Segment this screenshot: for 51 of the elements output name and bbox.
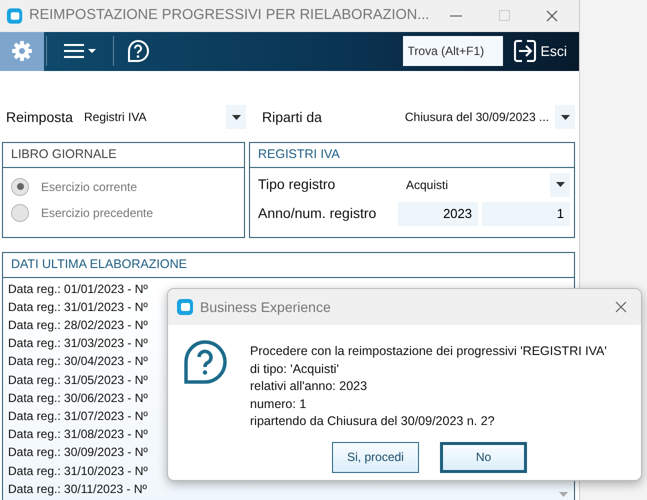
riparti-dropdown[interactable]: Chiusura del 30/09/2023 ... [386,105,575,130]
question-icon [182,339,228,385]
radio-label: Esercizio corrente [41,178,138,196]
close-icon[interactable] [546,10,558,22]
panel-title: LIBRO GIORNALE [11,146,117,164]
close-icon[interactable] [615,301,627,313]
list-row[interactable]: Data reg.: 30/04/2023 - Nº [8,352,148,371]
panel-title: DATI ULTIMA ELABORAZIONE [11,256,187,274]
settings-icon [11,40,33,62]
reimposta-dropdown[interactable]: Registri IVA [82,105,246,130]
field-label: Riparti da [261,108,323,127]
anno-field[interactable]: 2023 [398,202,478,226]
list-row[interactable]: Data reg.: 31/07/2023 - Nº [8,406,148,426]
dialog-message-line: di tipo: 'Acquisti' [250,360,340,378]
radio-label: Esercizio precedente [41,204,154,222]
app-logo-icon [176,298,194,316]
dialog-message-line: numero: 1 [250,396,308,412]
window-title: REIMPOSTAZIONE PROGRESSIVI PER RIELABORAZION... [29,6,430,25]
field-label: Reimposta [6,108,74,127]
dialog-title: Business Experience [200,298,332,317]
panel-title: REGISTRI IVA [258,146,340,164]
search-field[interactable]: Trova (Alt+F1) [402,36,503,66]
list-row[interactable]: Data reg.: 31/03/2023 - Nº [8,334,148,352]
list-row[interactable]: Data reg.: 31/08/2023 - Nº [8,425,148,444]
minimize-icon[interactable] [450,14,462,17]
cancel-button[interactable]: No [440,442,527,472]
list-row[interactable]: Data reg.: 01/01/2023 - Nº [8,280,148,298]
list-row[interactable]: Data reg.: 31/01/2023 - Nº [8,298,148,316]
dialog-message-line: relativi all'anno: 2023 [250,378,368,395]
list-row[interactable]: Data reg.: 31/10/2023 - Nº [8,462,148,480]
field-label: Anno/num. registro [258,204,378,224]
list-row[interactable]: Data reg.: 28/02/2023 - Nº [8,316,148,334]
caret-icon [560,114,570,120]
exit-button[interactable]: Esci [502,39,579,64]
help-icon [126,39,150,64]
caret-icon [232,114,240,120]
dialog-message-line: Procedere con la reimpostazione dei progressivi 'REGISTRI IVA' [250,343,607,360]
settings-button[interactable] [0,32,44,71]
dialog-message-line: ripartendo da Chiusura del 30/09/2023 n. 2? [250,413,496,430]
list-row[interactable]: Data reg.: 31/05/2023 - Nº [8,370,148,389]
field-label: Tipo registro [258,175,336,194]
caret-icon [556,182,564,188]
numero-field[interactable]: 1 [482,202,570,226]
list-row[interactable]: Data reg.: 30/11/2023 - Nº [8,480,147,498]
list-row[interactable]: Data reg.: 30/06/2023 - Nº [8,388,148,407]
menu-icon [63,42,97,60]
exit-icon [512,39,537,64]
tipo-registro-dropdown[interactable]: Acquisti [394,172,570,197]
app-logo-icon [6,6,24,25]
list-row[interactable]: Data reg.: 30/09/2023 - Nº [8,443,148,462]
confirm-button[interactable]: Si, procedi [332,442,419,472]
